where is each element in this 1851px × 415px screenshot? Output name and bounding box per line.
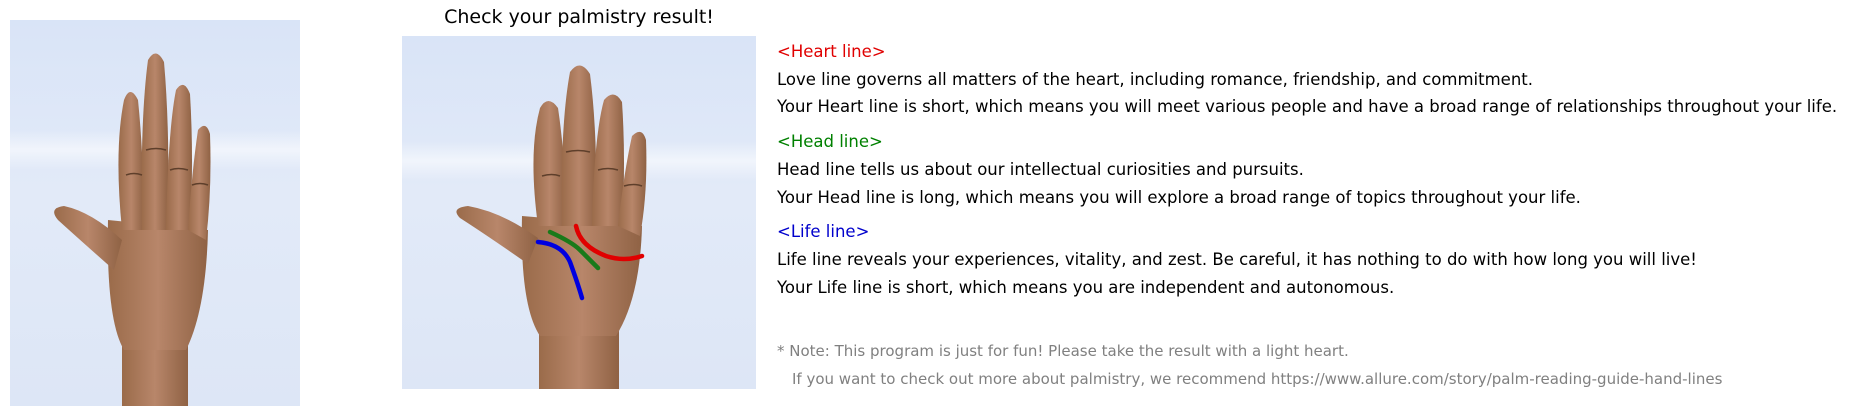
heart-line-result: Your Heart line is short, which means yo… bbox=[777, 97, 1838, 116]
life-line-description: Life line reveals your experiences, vita… bbox=[777, 250, 1697, 269]
heart-line-header: <Heart line> bbox=[777, 42, 886, 61]
annotated-hand-image bbox=[456, 65, 647, 389]
head-line-description: Head line tells us about our intellectua… bbox=[777, 160, 1304, 179]
reference-note: If you want to check out more about palm… bbox=[792, 370, 1723, 388]
life-line-result: Your Life line is short, which means you… bbox=[777, 278, 1395, 297]
head-line-header: <Head line> bbox=[777, 132, 883, 151]
result-hand-photo bbox=[402, 36, 756, 389]
hand-image bbox=[54, 53, 211, 406]
life-line-header: <Life line> bbox=[777, 222, 870, 241]
fun-note: * Note: This program is just for fun! Pl… bbox=[777, 342, 1349, 360]
heart-line-description: Love line governs all matters of the hea… bbox=[777, 70, 1533, 89]
page-title: Check your palmistry result! bbox=[444, 6, 714, 28]
original-hand-photo bbox=[10, 20, 300, 406]
head-line-result: Your Head line is long, which means you … bbox=[777, 188, 1581, 207]
